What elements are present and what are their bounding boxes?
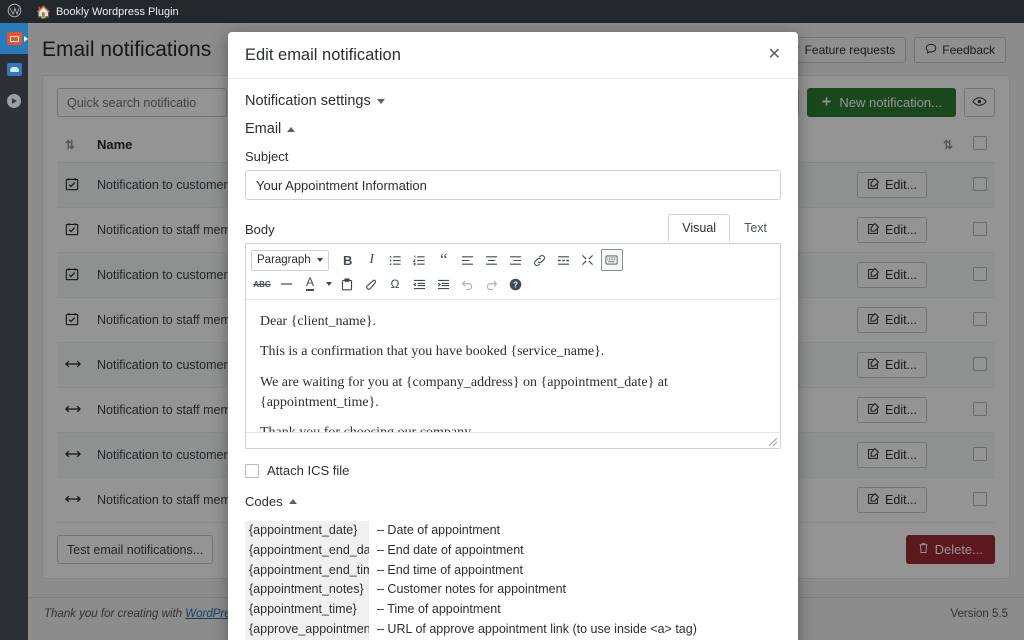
- body-label: Body: [245, 222, 275, 237]
- redo-icon[interactable]: [480, 273, 502, 295]
- chevron-up-icon: [287, 126, 296, 132]
- resize-grip-icon[interactable]: [769, 438, 777, 446]
- code-description: – Customer notes for appointment: [377, 582, 566, 597]
- format-select[interactable]: Paragraph: [251, 249, 329, 271]
- clear-formatting-icon[interactable]: [360, 273, 382, 295]
- body-paragraph: We are waiting for you at {company_addre…: [260, 374, 668, 410]
- subject-input[interactable]: Your Appointment Information: [245, 170, 781, 200]
- code-description: – End date of appointment: [377, 542, 524, 557]
- code-description: – URL of approve appointment link (to us…: [377, 621, 697, 636]
- attach-ics-row: Attach ICS file: [245, 463, 781, 478]
- text-color-icon[interactable]: A: [299, 273, 321, 295]
- code-row[interactable]: {appointment_end_time} – End time of appo…: [245, 560, 781, 581]
- wordpress-logo-icon[interactable]: [0, 3, 28, 20]
- subject-label: Subject: [245, 149, 289, 164]
- chevron-down-icon-format: [316, 258, 323, 262]
- site-home-link[interactable]: 🏠 Bookly Wordpress Plugin: [28, 5, 187, 19]
- align-right-icon[interactable]: [505, 249, 527, 271]
- format-select-value: Paragraph: [257, 254, 311, 266]
- code-row[interactable]: {appointment_time} – Time of appointment: [245, 600, 781, 620]
- numbered-list-icon[interactable]: [409, 249, 431, 271]
- special-character-icon[interactable]: Ω: [384, 273, 406, 295]
- app-icon: [6, 32, 22, 45]
- codes-section-toggle[interactable]: Codes: [245, 494, 781, 509]
- strikethrough-icon[interactable]: ABC: [251, 273, 273, 295]
- bold-icon[interactable]: B: [337, 249, 359, 271]
- toolbar-toggle-icon[interactable]: [600, 249, 623, 271]
- code-token[interactable]: {appointment_end_time}: [245, 560, 369, 581]
- code-row[interactable]: {approve_appointment_url} – URL of approv…: [245, 619, 781, 640]
- read-more-icon[interactable]: [553, 249, 575, 271]
- body-editor-content[interactable]: Dear {client_name}. This is a confirmatio…: [246, 300, 780, 440]
- paste-as-text-icon[interactable]: [336, 273, 358, 295]
- site-name: Bookly Wordpress Plugin: [55, 5, 179, 18]
- code-description: – End time of appointment: [377, 562, 523, 577]
- code-row[interactable]: {appointment_notes} – Customer notes for …: [245, 580, 781, 600]
- email-section-label: Email: [245, 121, 282, 137]
- body-row: Body Visual Text: [245, 213, 781, 242]
- tab-visual[interactable]: Visual: [668, 214, 731, 242]
- help-icon[interactable]: ?: [504, 273, 526, 295]
- attach-ics-checkbox[interactable]: [245, 463, 259, 478]
- code-token[interactable]: {appointment_notes}: [245, 580, 369, 600]
- code-token[interactable]: {approve_appointment_url}: [245, 619, 369, 640]
- code-description: – Time of appointment: [377, 602, 501, 616]
- editor-toolbar-row-2: ABC A Ω ?: [251, 272, 775, 296]
- notification-settings-section-toggle[interactable]: Notification settings: [245, 93, 781, 109]
- email-section-toggle[interactable]: Email: [245, 121, 781, 137]
- code-token[interactable]: {appointment_end_date}: [245, 540, 369, 561]
- bulleted-list-icon[interactable]: [385, 249, 407, 271]
- cloud-icon: [6, 63, 22, 76]
- align-left-icon[interactable]: [457, 249, 479, 271]
- play-circle-icon: [7, 93, 21, 108]
- code-token[interactable]: {appointment_time}: [245, 600, 369, 620]
- rail-item-app[interactable]: [0, 23, 28, 54]
- outdent-icon[interactable]: [408, 273, 430, 295]
- app-rail: [0, 23, 28, 640]
- body-paragraph: Dear {client_name}.: [260, 314, 377, 329]
- code-row[interactable]: {appointment_end_date} – End date of appo…: [245, 540, 781, 561]
- code-token[interactable]: {appointment_date}: [245, 521, 369, 541]
- chevron-up-icon-codes: [288, 499, 297, 504]
- modal-body: Notification settings Email Subject Your…: [228, 79, 798, 640]
- code-description: – Date of appointment: [377, 523, 500, 537]
- indent-icon[interactable]: [432, 273, 454, 295]
- undo-icon[interactable]: [456, 273, 478, 295]
- edit-email-notification-modal: Edit email notification ✕ Notification s…: [228, 32, 798, 640]
- italic-icon[interactable]: I: [361, 249, 383, 271]
- editor-toolbar-row-1: Paragraph B I “: [251, 248, 775, 272]
- screen: 🏠 Bookly Wordpress Plugin Email notifica…: [0, 0, 1024, 640]
- wp-admin-bar: 🏠 Bookly Wordpress Plugin: [0, 0, 1024, 23]
- tab-text[interactable]: Text: [730, 214, 781, 242]
- home-icon: 🏠: [36, 4, 51, 19]
- svg-text:?: ?: [513, 280, 518, 289]
- chevron-down-icon: [376, 98, 385, 104]
- modal-header: Edit email notification ✕: [228, 32, 798, 79]
- modal-title: Edit email notification: [245, 45, 401, 64]
- close-icon[interactable]: ✕: [768, 47, 781, 63]
- editor-toolbar: Paragraph B I “ ABC A Ω ?: [246, 244, 780, 300]
- body-paragraph: This is a confirmation that you have boo…: [260, 344, 605, 360]
- attach-ics-label: Attach ICS file: [267, 463, 350, 478]
- notification-settings-label: Notification settings: [245, 93, 371, 109]
- codes-table: {appointment_date} – Date of appointment{…: [245, 521, 781, 640]
- codes-section-label: Codes: [245, 494, 283, 509]
- horizontal-rule-icon[interactable]: [275, 273, 297, 295]
- rail-item-cloud[interactable]: [0, 54, 28, 85]
- text-color-dropdown-icon[interactable]: [323, 273, 334, 295]
- blockquote-icon[interactable]: “: [433, 249, 455, 271]
- subject-value: Your Appointment Information: [256, 177, 427, 193]
- align-center-icon[interactable]: [481, 249, 503, 271]
- body-editor: Paragraph B I “ ABC A Ω ? Dear {client_n…: [245, 243, 781, 449]
- code-row[interactable]: {appointment_date} – Date of appointment: [245, 521, 781, 541]
- rail-item-play[interactable]: [0, 85, 28, 116]
- editor-tabs: Visual Text: [668, 213, 781, 242]
- link-icon[interactable]: [529, 249, 551, 271]
- editor-resize-bar: [246, 432, 780, 448]
- fullscreen-icon[interactable]: [577, 249, 599, 271]
